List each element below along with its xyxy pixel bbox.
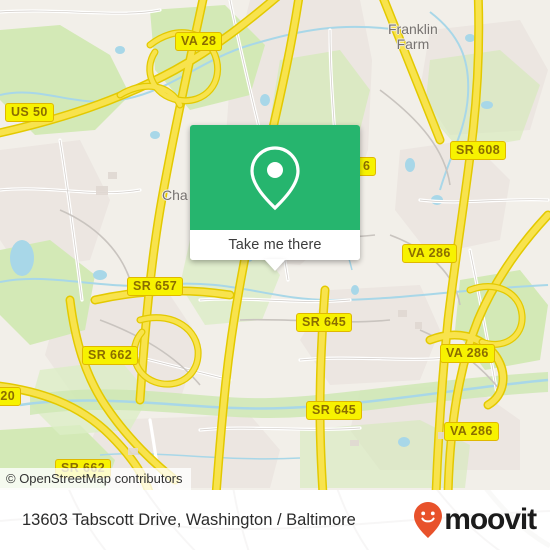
road-shield-sr-608[interactable]: SR 608: [450, 141, 507, 160]
moovit-smiling-pin-icon: [414, 502, 443, 538]
footer-bar: 13603 Tabscott Drive, Washington / Balti…: [0, 490, 550, 550]
address-title: 13603 Tabscott Drive, Washington / Balti…: [22, 510, 356, 529]
place-label-line1: Franklin: [388, 21, 438, 37]
road-shield-sr-657[interactable]: SR 657: [127, 277, 184, 296]
map-canvas[interactable]: Franklin Farm Cha VA 28 US 50 SR 608 6 V…: [0, 0, 550, 490]
map-pin-icon: [250, 145, 300, 210]
road-shield-sr-620[interactable]: 620: [0, 387, 22, 406]
osm-attribution-label: © OpenStreetMap contributors: [6, 471, 183, 486]
road-shield-sr-662-a[interactable]: SR 662: [82, 346, 139, 365]
place-label-chantilly: Cha: [162, 188, 188, 203]
road-shield-sr-645-a[interactable]: SR 645: [296, 313, 353, 332]
road-shield-va-28[interactable]: VA 28: [175, 32, 223, 51]
moovit-logo[interactable]: moovit: [413, 501, 537, 539]
osm-attribution[interactable]: © OpenStreetMap contributors: [0, 468, 191, 490]
road-shield-us-50[interactable]: US 50: [5, 103, 54, 122]
destination-popup-card[interactable]: Take me there: [190, 125, 360, 271]
place-label-line1: Cha: [162, 187, 188, 203]
place-label-franklin-farm: Franklin Farm: [388, 22, 438, 52]
road-shield-va-286-b[interactable]: VA 286: [440, 344, 495, 363]
popup-header: [190, 125, 360, 230]
take-me-there-button[interactable]: Take me there: [190, 230, 360, 260]
road-shield-sr-645-b[interactable]: SR 645: [306, 401, 363, 420]
moovit-wordmark: moovit: [444, 503, 537, 536]
road-shield-va-286-a[interactable]: VA 286: [402, 244, 457, 263]
take-me-there-label: Take me there: [228, 237, 322, 253]
map-screenshot: Franklin Farm Cha VA 28 US 50 SR 608 6 V…: [0, 0, 550, 550]
place-label-line2: Farm: [396, 36, 430, 52]
popup-pointer-tail: [264, 259, 286, 271]
road-shield-va-286-c[interactable]: VA 286: [444, 422, 499, 441]
